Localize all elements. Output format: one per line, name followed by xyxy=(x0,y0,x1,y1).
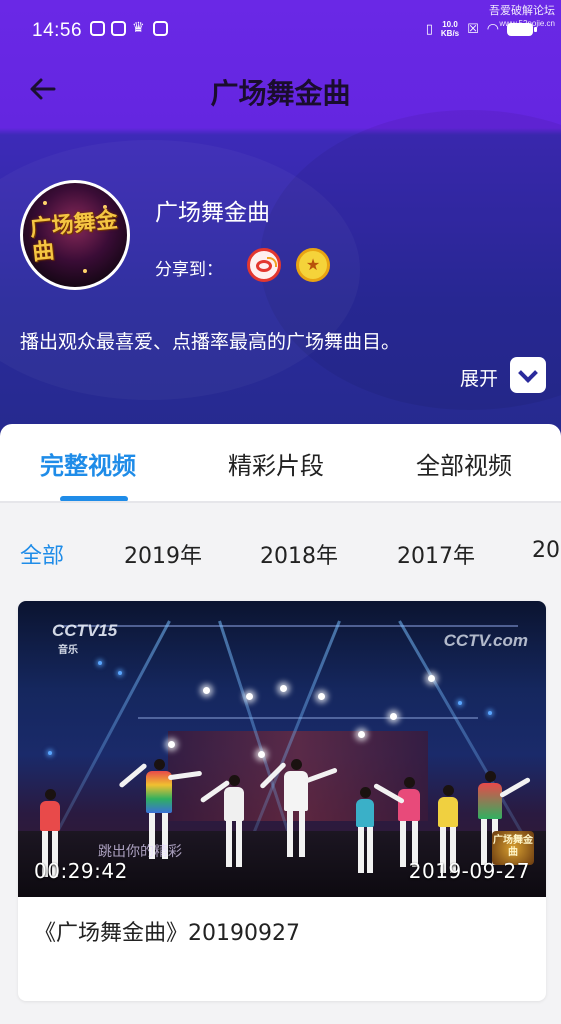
video-thumbnail[interactable]: CCTV15 音乐 CCTV.com 跳出你的精彩 广场舞金曲 00:29:42… xyxy=(18,601,546,897)
dancer xyxy=(478,771,531,865)
app-notification-icon xyxy=(90,21,105,36)
stage-truss xyxy=(58,625,518,627)
channel-logo-right: CCTV.com xyxy=(443,631,528,650)
video-date: 2019-09-27 xyxy=(408,859,530,883)
stage-light xyxy=(358,731,365,738)
vibrate-icon: ▯ xyxy=(425,21,433,37)
app-notification-icon xyxy=(153,21,168,36)
stage-light xyxy=(246,693,253,700)
network-speed-value: 10.0 xyxy=(442,20,458,29)
stage-light xyxy=(318,693,325,700)
video-card[interactable]: CCTV15 音乐 CCTV.com 跳出你的精彩 广场舞金曲 00:29:42… xyxy=(18,601,546,1001)
weibo-signal-icon xyxy=(267,257,277,267)
video-overlay-caption: 跳出你的精彩 xyxy=(98,844,182,860)
watermark-title: 吾爱破解论坛 xyxy=(489,4,555,17)
crown-icon: ♛ xyxy=(132,20,145,36)
share-weibo-button[interactable] xyxy=(247,248,281,282)
video-title[interactable]: 《广场舞金曲》20190927 xyxy=(34,915,300,947)
stage-light xyxy=(258,751,265,758)
network-speed-unit: KB/s xyxy=(440,29,460,38)
tab-full-videos[interactable]: 完整视频 xyxy=(40,446,136,481)
dancer xyxy=(373,777,420,867)
expand-label[interactable]: 展开 xyxy=(460,364,498,391)
dancer xyxy=(199,775,244,867)
program-name: 广场舞金曲 xyxy=(155,200,270,226)
tab-highlights[interactable]: 精彩片段 xyxy=(228,446,324,481)
expand-chevron-button[interactable] xyxy=(510,357,546,393)
stage-truss xyxy=(138,717,478,719)
stage-light xyxy=(98,661,102,665)
logo-sparkle xyxy=(83,269,87,273)
stage-light xyxy=(48,751,52,755)
favorite-star-icon: ★ xyxy=(305,255,321,274)
program-description: 播出观众最喜爱、点播率最高的广场舞曲目。 xyxy=(20,331,401,353)
notification-icons: ♛ xyxy=(90,21,168,36)
channel-logo-text: CCTV15 xyxy=(52,621,118,640)
stage-light xyxy=(458,701,462,705)
network-speed: 10.0 KB/s xyxy=(441,20,459,38)
program-header: 14:56 ♛ ▯ 10.0 KB/s ☒ ◠ 吾爱破解论坛 www.52poj… xyxy=(0,0,561,440)
filter-more-year[interactable]: 20 xyxy=(532,538,560,563)
logo-sparkle xyxy=(43,201,47,205)
stage-light xyxy=(203,687,210,694)
tab-all-videos[interactable]: 全部视频 xyxy=(416,446,512,481)
status-time: 14:56 xyxy=(32,20,83,41)
stage-light xyxy=(118,671,122,675)
divider xyxy=(0,501,561,503)
watermark-url: www.52pojie.cn xyxy=(499,19,555,28)
share-label: 分享到： xyxy=(155,260,223,280)
filter-2018[interactable]: 2018年 xyxy=(260,538,338,570)
stage-light xyxy=(390,713,397,720)
dancer xyxy=(356,787,374,873)
stage-light xyxy=(280,685,287,692)
site-watermark: 吾爱破解论坛 www.52pojie.cn xyxy=(489,4,555,30)
app-notification-icon xyxy=(111,21,126,36)
page-title: 广场舞金曲 xyxy=(210,77,351,110)
video-duration: 00:29:42 xyxy=(34,859,128,883)
channel-sub-text: 音乐 xyxy=(58,645,78,656)
program-logo: 广场舞金曲 xyxy=(20,180,130,290)
dancer xyxy=(118,759,203,859)
share-favorite-button[interactable]: ★ xyxy=(296,248,330,282)
filter-2017[interactable]: 2017年 xyxy=(397,538,475,570)
filter-all[interactable]: 全部 xyxy=(20,538,64,570)
channel-logo: CCTV15 音乐 xyxy=(52,621,117,656)
dancer xyxy=(40,789,60,877)
no-sim-icon: ☒ xyxy=(467,21,479,37)
status-bar: 14:56 ♛ ▯ 10.0 KB/s ☒ ◠ 吾爱破解论坛 www.52poj… xyxy=(0,0,561,60)
dancer xyxy=(438,785,458,873)
program-logo-text: 广场舞金曲 xyxy=(28,207,119,266)
filter-2019[interactable]: 2019年 xyxy=(124,538,202,570)
stage-light xyxy=(428,675,435,682)
stage-light xyxy=(488,711,492,715)
dancer xyxy=(259,759,338,857)
stage-light xyxy=(168,741,175,748)
